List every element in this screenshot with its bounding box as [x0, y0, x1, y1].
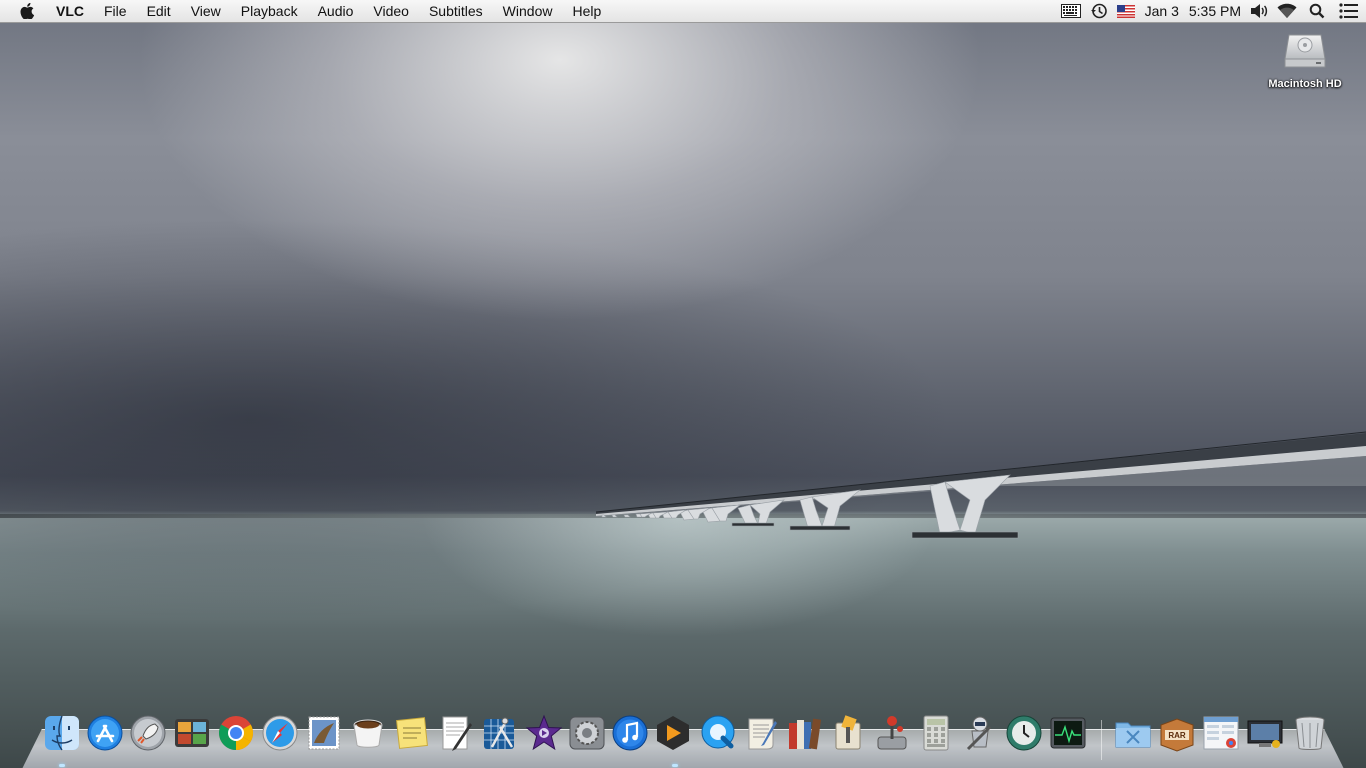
- quicktime-icon: [701, 715, 735, 749]
- joystick-app-icon: [877, 716, 907, 750]
- dock-folder-utilities[interactable]: [1113, 713, 1153, 753]
- wifi-icon[interactable]: [1272, 0, 1302, 22]
- rar-box-icon: RAR: [1160, 718, 1194, 752]
- dock-app-textedit[interactable]: [436, 713, 476, 753]
- app-menu-vlc[interactable]: VLC: [48, 0, 94, 22]
- dock-app-itunes[interactable]: [610, 713, 650, 753]
- menubar-time[interactable]: 5:35 PM: [1184, 0, 1246, 22]
- finder-icon: [45, 715, 79, 751]
- rar-box-label: RAR: [1168, 731, 1186, 740]
- activity-monitor-icon: [1050, 717, 1086, 749]
- dock-app-launchpad[interactable]: [128, 713, 168, 753]
- app-store-icon: [87, 715, 123, 751]
- dock-app-chrome[interactable]: [216, 713, 256, 753]
- spotlight-search-icon[interactable]: [1302, 0, 1332, 22]
- imovie-star-icon: [525, 714, 563, 751]
- desktop-wallpaper: [0, 0, 1366, 768]
- menu-view[interactable]: View: [181, 0, 231, 22]
- textedit-pen-icon: [442, 716, 472, 751]
- dock-app-photo-booth[interactable]: [172, 713, 212, 753]
- status-menu-area: Jan 3 5:35 PM: [1056, 0, 1366, 22]
- bridge-illustration: [595, 431, 1366, 539]
- dock-app-screen-sharing[interactable]: [1245, 713, 1285, 753]
- photo-app-icon: [175, 719, 209, 747]
- dock-app-xcode[interactable]: [480, 713, 520, 753]
- dock-stack-documents[interactable]: [1201, 713, 1241, 753]
- dock-app-mail[interactable]: [304, 713, 344, 753]
- running-indicator: [59, 764, 65, 767]
- books-icon: [789, 718, 822, 750]
- script-editor-icon: [748, 718, 777, 750]
- menu-help[interactable]: Help: [562, 0, 611, 22]
- calculator-icon: [923, 715, 949, 751]
- keyboard-viewer-icon[interactable]: [1056, 0, 1086, 22]
- running-indicator: [672, 764, 678, 767]
- media-player-play-icon: [657, 716, 689, 750]
- dock-app-imovie[interactable]: [524, 713, 564, 753]
- launchpad-rocket-icon: [130, 715, 166, 751]
- menu-audio[interactable]: Audio: [308, 0, 364, 22]
- notification-center-icon[interactable]: [1332, 0, 1366, 22]
- menu-bar: VLC File Edit View Playback Audio Video …: [0, 0, 1366, 23]
- menu-video[interactable]: Video: [363, 0, 419, 22]
- dock-app-finder[interactable]: [42, 713, 82, 753]
- time-machine-icon[interactable]: [1086, 0, 1112, 22]
- safari-compass-icon: [262, 715, 298, 751]
- dock-app-ibooks[interactable]: [784, 713, 824, 753]
- menu-subtitles[interactable]: Subtitles: [419, 0, 493, 22]
- screen-sharing-icon: [1247, 720, 1283, 748]
- dock-app-safari[interactable]: [260, 713, 300, 753]
- archive-icon: [835, 715, 861, 750]
- dock-app-calculator[interactable]: [916, 713, 956, 753]
- dock-app-stickies[interactable]: [392, 713, 432, 753]
- documents-stack-icon: [1203, 716, 1239, 750]
- dock-app-system-preferences[interactable]: [567, 713, 607, 753]
- apple-logo-icon[interactable]: [19, 3, 35, 19]
- hard-drive-icon: [1284, 34, 1326, 68]
- dock-app-infuse[interactable]: [653, 713, 693, 753]
- coffee-cup-icon: [353, 719, 383, 748]
- menu-window[interactable]: Window: [493, 0, 563, 22]
- dock-app-quicktime[interactable]: [698, 713, 738, 753]
- volume-icon[interactable]: [1246, 0, 1272, 22]
- dock-app-coffee[interactable]: [348, 713, 388, 753]
- mail-stamp-icon: [308, 716, 340, 750]
- menu-edit[interactable]: Edit: [137, 0, 181, 22]
- desktop-item-macintosh-hd[interactable]: Macintosh HD: [1262, 27, 1348, 90]
- dock-app-joystick[interactable]: [872, 713, 912, 753]
- trash-icon: [1295, 716, 1325, 750]
- menu-file[interactable]: File: [94, 0, 137, 22]
- dock-app-automator[interactable]: [960, 713, 1000, 753]
- menu-playback[interactable]: Playback: [231, 0, 308, 22]
- xcode-compass-icon: [484, 717, 514, 749]
- dock-app-time-machine[interactable]: [1004, 713, 1044, 753]
- dock-stack-rar[interactable]: RAR: [1157, 713, 1197, 753]
- chrome-icon: [219, 716, 253, 750]
- dock-app-app-store[interactable]: [85, 713, 125, 753]
- dock-app-script-editor[interactable]: [741, 713, 781, 753]
- system-preferences-gear-icon: [569, 716, 605, 750]
- itunes-note-icon: [612, 715, 648, 751]
- time-machine-clock-icon: [1006, 715, 1042, 751]
- dock-app-archive-utility[interactable]: [828, 713, 868, 753]
- stickies-notes-icon: [396, 717, 428, 749]
- dock-app-activity-monitor[interactable]: [1048, 713, 1088, 753]
- desktop-item-label: Macintosh HD: [1268, 78, 1342, 90]
- us-flag-input-icon[interactable]: [1112, 0, 1140, 22]
- automator-robot-icon: [966, 716, 992, 751]
- utilities-folder-icon: [1115, 722, 1151, 748]
- dock-trash[interactable]: [1290, 713, 1330, 753]
- menubar-date[interactable]: Jan 3: [1140, 0, 1184, 22]
- dock: RAR: [0, 713, 1366, 763]
